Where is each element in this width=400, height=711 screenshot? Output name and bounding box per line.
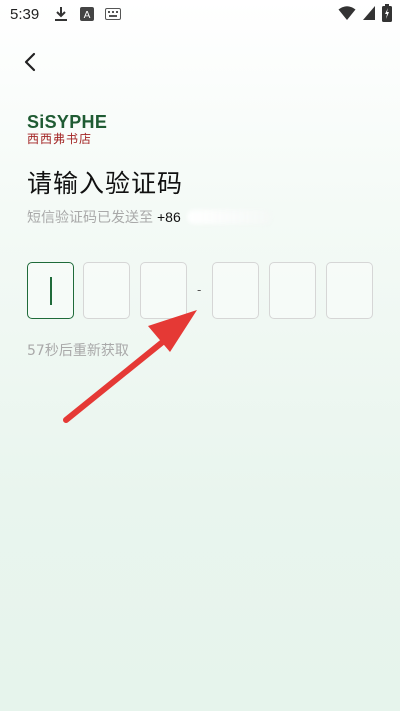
sms-sent-subtitle: 短信验证码已发送至 +86 [27,207,271,227]
keyboard-icon [105,6,122,22]
phone-prefix: +86 [157,209,181,225]
status-bar: 5:39 A [0,0,400,28]
code-input-3[interactable] [140,262,187,319]
wifi-icon [338,5,356,25]
code-input-4[interactable] [212,262,259,319]
download-icon [53,6,69,22]
subtitle-text: 短信验证码已发送至 [27,210,153,226]
logo-brand-text: SiSYPHE [27,112,108,132]
brand-logo: SiSYPHE 西西弗书店 [27,112,107,146]
status-time: 5:39 [10,5,40,23]
text-cursor [50,277,52,305]
code-input-2[interactable] [83,262,130,319]
svg-text:A: A [84,10,91,21]
status-right [338,4,392,26]
code-separator: - [197,283,202,297]
resend-countdown: 57秒后重新获取 [27,343,129,359]
logo-chinese-text: 西西弗书店 [27,132,93,146]
code-input-1[interactable] [27,262,74,319]
page-title: 请输入验证码 [27,169,184,198]
back-button[interactable] [14,48,46,80]
text-a-icon: A [79,6,95,22]
code-input-6[interactable] [326,262,373,319]
chevron-left-icon [23,52,37,76]
code-input-5[interactable] [269,262,316,319]
cellular-signal-icon [362,5,376,25]
masked-phone-number [186,210,271,224]
battery-charging-icon [382,4,392,26]
